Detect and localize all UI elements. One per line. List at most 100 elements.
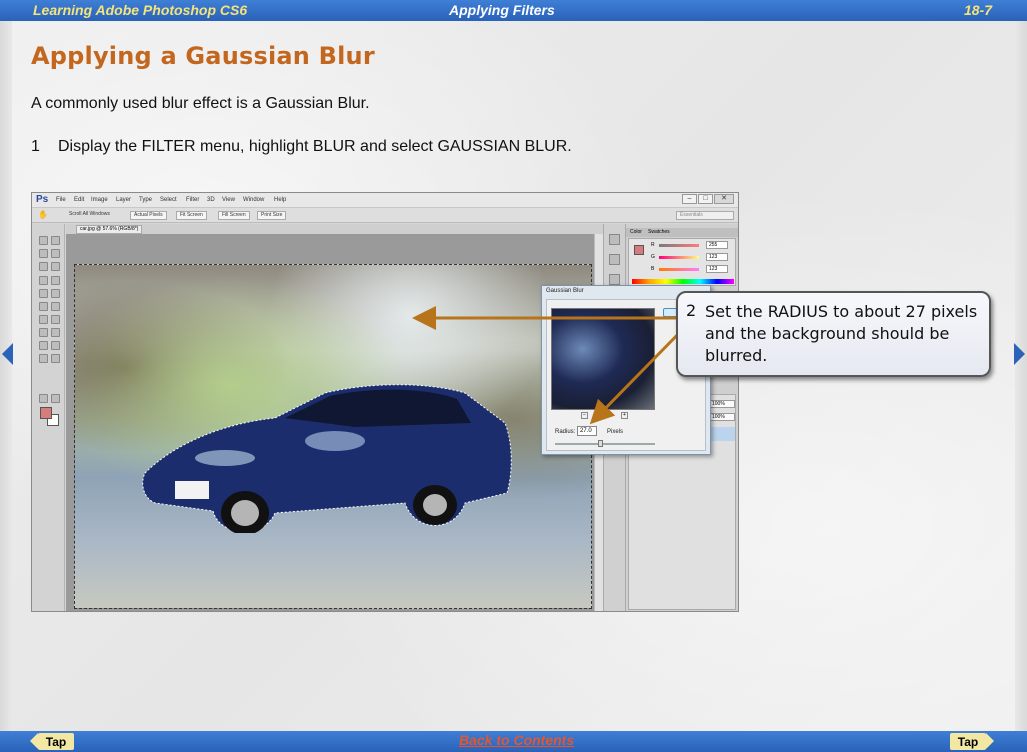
- fit-screen-button[interactable]: Fit Screen: [176, 211, 207, 220]
- step-1-text: Display the FILTER menu, highlight BLUR …: [58, 138, 572, 155]
- healing-tool-icon[interactable]: [39, 276, 48, 285]
- ps-tools-panel: [32, 224, 65, 611]
- ps-menu-filter[interactable]: Filter: [186, 197, 199, 203]
- footer-bar: Tap Back to Contents Tap: [0, 731, 1027, 752]
- hand-tool-icon[interactable]: ✋: [38, 210, 48, 219]
- blue-label: B: [651, 266, 655, 272]
- workspace-select[interactable]: Essentials: [676, 211, 734, 220]
- blue-value[interactable]: 123: [706, 265, 728, 273]
- history-panel-icon[interactable]: [609, 234, 620, 245]
- color-panel-tabs: Color Swatches: [626, 228, 738, 237]
- tab-swatches[interactable]: Swatches: [648, 229, 670, 235]
- marquee-tool-icon[interactable]: [39, 236, 48, 245]
- tap-previous-button[interactable]: Tap: [30, 733, 74, 750]
- fill-screen-button[interactable]: Fill Screen: [218, 211, 250, 220]
- print-size-button[interactable]: Print Size: [257, 211, 287, 220]
- dialog-title: Gaussian Blur: [546, 288, 584, 294]
- page-title: Applying a Gaussian Blur: [31, 42, 375, 70]
- radius-units: Pixels: [607, 429, 624, 435]
- type-tool-icon[interactable]: [51, 328, 60, 337]
- screen-mode-icon[interactable]: [51, 394, 60, 403]
- radius-slider[interactable]: [555, 440, 655, 447]
- step-2-text: Set the RADIUS to about 27 pixels and th…: [705, 302, 978, 365]
- zoom-tool-icon[interactable]: [51, 354, 60, 363]
- step-1-number: 1: [31, 138, 40, 155]
- ps-menu-file[interactable]: File: [56, 197, 66, 203]
- path-select-tool-icon[interactable]: [39, 341, 48, 350]
- right-margin-strip: [1015, 20, 1027, 732]
- color-spectrum-bar[interactable]: [632, 279, 734, 284]
- eyedropper-tool-icon[interactable]: [51, 262, 60, 271]
- brush-tool-icon[interactable]: [51, 276, 60, 285]
- blur-preview-image[interactable]: [551, 308, 655, 410]
- zoom-in-icon[interactable]: +: [621, 412, 628, 419]
- red-slider[interactable]: [659, 244, 699, 247]
- ps-menu-edit[interactable]: Edit: [74, 197, 84, 203]
- book-title: Learning Adobe Photoshop CS6: [33, 2, 248, 18]
- gradient-tool-icon[interactable]: [51, 302, 60, 311]
- quick-select-tool-icon[interactable]: [51, 249, 60, 258]
- green-label: G: [651, 254, 655, 260]
- ps-menu-select[interactable]: Select: [160, 197, 177, 203]
- eraser-tool-icon[interactable]: [39, 302, 48, 311]
- green-slider[interactable]: [659, 256, 699, 259]
- photoshop-screenshot: Ps File Edit Image Layer Type Select Fil…: [31, 192, 739, 612]
- document-tab[interactable]: car.jpg @ 57.6% (RGB/8*): [76, 225, 143, 234]
- blur-tool-icon[interactable]: [39, 315, 48, 324]
- ps-menu-layer[interactable]: Layer: [116, 197, 131, 203]
- opacity-field[interactable]: 100%: [709, 400, 735, 408]
- tab-color[interactable]: Color: [630, 229, 642, 235]
- ps-menu-type[interactable]: Type: [139, 197, 152, 203]
- stamp-tool-icon[interactable]: [39, 289, 48, 298]
- radius-slider-thumb[interactable]: [598, 440, 603, 447]
- properties-panel-icon[interactable]: [609, 254, 620, 265]
- maximize-icon[interactable]: □: [698, 194, 713, 204]
- back-to-contents-link[interactable]: Back to Contents: [459, 732, 574, 748]
- ps-options-bar: ✋ Scroll All Windows Actual Pixels Fit S…: [32, 208, 738, 223]
- crop-tool-icon[interactable]: [39, 262, 48, 271]
- fill-field[interactable]: 100%: [709, 413, 735, 421]
- ps-menu-image[interactable]: Image: [91, 197, 108, 203]
- foreground-color-swatch[interactable]: [40, 407, 52, 419]
- blurred-car-photo: [74, 264, 592, 609]
- color-panel: R 255 G 123 B 123: [628, 238, 736, 286]
- pen-tool-icon[interactable]: [39, 328, 48, 337]
- dodge-tool-icon[interactable]: [51, 315, 60, 324]
- scroll-all-windows-checkbox[interactable]: Scroll All Windows: [66, 211, 113, 220]
- minimize-icon[interactable]: –: [682, 194, 697, 204]
- page-number: 18-7: [963, 2, 992, 18]
- ps-menubar: Ps File Edit Image Layer Type Select Fil…: [32, 193, 738, 208]
- move-tool-icon[interactable]: [51, 236, 60, 245]
- ps-menu-view[interactable]: View: [222, 197, 235, 203]
- intro-text: A commonly used blur effect is a Gaussia…: [31, 95, 370, 112]
- history-brush-tool-icon[interactable]: [51, 289, 60, 298]
- tap-next-button[interactable]: Tap: [950, 733, 994, 750]
- red-label: R: [651, 242, 655, 248]
- next-page-arrow-icon[interactable]: [1014, 343, 1025, 365]
- close-icon[interactable]: ✕: [714, 194, 734, 204]
- radius-input[interactable]: 27.0: [577, 426, 597, 436]
- red-value[interactable]: 255: [706, 241, 728, 249]
- hand-tool-icon[interactable]: [39, 354, 48, 363]
- ps-menu-help[interactable]: Help: [274, 197, 286, 203]
- step-1: 1 Display the FILTER menu, highlight BLUR…: [31, 138, 572, 156]
- ps-document-tabbar: car.jpg @ 57.6% (RGB/8*): [66, 224, 626, 234]
- step-2-callout: 2 Set the RADIUS to about 27 pixels and …: [676, 291, 991, 377]
- ps-window-buttons: – □ ✕: [682, 194, 734, 204]
- blue-slider[interactable]: [659, 268, 699, 271]
- quick-mask-icon[interactable]: [39, 394, 48, 403]
- lasso-tool-icon[interactable]: [39, 249, 48, 258]
- step-2-number: 2: [686, 301, 697, 320]
- color-panel-swatch[interactable]: [634, 245, 644, 255]
- character-panel-icon[interactable]: [609, 274, 620, 285]
- zoom-out-icon[interactable]: −: [581, 412, 588, 419]
- chapter-title: Applying Filters: [449, 2, 555, 18]
- car-illustration: [142, 384, 512, 533]
- previous-page-arrow-icon[interactable]: [2, 343, 13, 365]
- actual-pixels-button[interactable]: Actual Pixels: [130, 211, 167, 220]
- ps-menu-window[interactable]: Window: [243, 197, 264, 203]
- shape-tool-icon[interactable]: [51, 341, 60, 350]
- radius-label: Radius:: [555, 429, 576, 435]
- ps-menu-3d[interactable]: 3D: [207, 197, 215, 203]
- green-value[interactable]: 123: [706, 253, 728, 261]
